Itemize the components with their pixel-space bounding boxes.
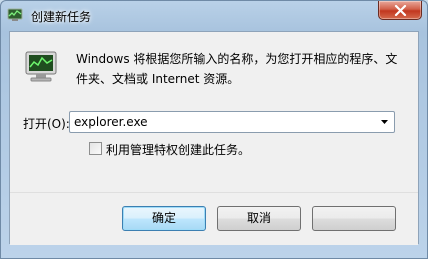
open-label: 打开(O): xyxy=(23,117,70,131)
close-icon xyxy=(394,5,407,16)
dropdown-arrow-icon[interactable] xyxy=(381,120,388,124)
task-manager-icon xyxy=(24,50,60,84)
open-combobox[interactable]: explorer.exe xyxy=(69,111,395,133)
ok-button[interactable]: 确定 xyxy=(122,206,206,231)
title-bar[interactable]: 创建新任务 xyxy=(1,1,427,31)
create-task-dialog: 创建新任务 Windows 将根据您所输入的名称，为您打开相应的程序、文件夹、文… xyxy=(0,0,428,259)
admin-privilege-checkbox[interactable] xyxy=(89,142,102,155)
cancel-button[interactable]: 取消 xyxy=(217,206,301,231)
dialog-body: Windows 将根据您所输入的名称，为您打开相应的程序、文件夹、文档或 Int… xyxy=(9,31,419,245)
open-input[interactable]: explorer.exe xyxy=(74,115,148,129)
admin-privilege-label[interactable]: 利用管理特权创建此任务。 xyxy=(106,141,250,158)
window-title: 创建新任务 xyxy=(31,10,92,24)
task-manager-icon xyxy=(7,7,23,23)
close-button[interactable] xyxy=(378,1,422,20)
browse-button[interactable] xyxy=(312,206,396,231)
dialog-description: Windows 将根据您所输入的名称，为您打开相应的程序、文件夹、文档或 Int… xyxy=(76,52,398,86)
